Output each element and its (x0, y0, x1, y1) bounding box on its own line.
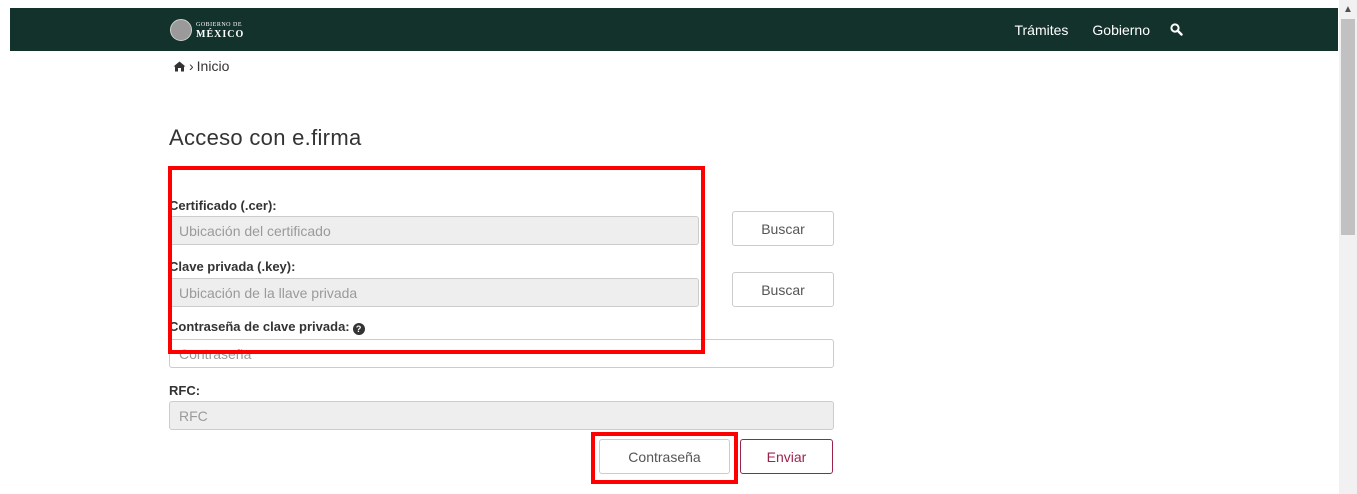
private-key-input[interactable] (169, 278, 699, 307)
coat-of-arms-icon (170, 19, 192, 41)
password-button[interactable]: Contraseña (599, 439, 730, 474)
help-icon[interactable]: ? (352, 323, 365, 335)
home-icon[interactable] (173, 61, 186, 72)
logo-big-text: MÉXICO (196, 29, 245, 40)
browse-private-key-button[interactable]: Buscar (732, 272, 834, 307)
top-navbar: GOBIERNO DE MÉXICO Trámites Gobierno (10, 8, 1338, 51)
nav-gobierno[interactable]: Gobierno (1092, 22, 1150, 38)
scroll-thumb[interactable] (1341, 19, 1355, 235)
breadcrumb: › Inicio (173, 58, 229, 74)
breadcrumb-current[interactable]: Inicio (197, 58, 230, 74)
certificate-label: Certificado (.cer): (169, 198, 277, 213)
scroll-up-arrow-icon[interactable]: ▲ (1339, 0, 1357, 18)
password-label: Contraseña de clave privada: (169, 319, 350, 334)
breadcrumb-separator: › (189, 58, 194, 74)
vertical-scrollbar[interactable]: ▲ (1339, 0, 1357, 494)
submit-button[interactable]: Enviar (740, 439, 833, 474)
main-nav: Trámites Gobierno (990, 8, 1183, 51)
logo-text: GOBIERNO DE MÉXICO (196, 21, 245, 40)
page-title: Acceso con e.firma (169, 125, 362, 150)
gobierno-mexico-logo[interactable]: GOBIERNO DE MÉXICO (170, 18, 244, 42)
rfc-input[interactable] (169, 401, 834, 430)
private-key-label: Clave privada (.key): (169, 259, 296, 274)
nav-tramites[interactable]: Trámites (1014, 22, 1068, 38)
rfc-label: RFC: (169, 383, 201, 398)
password-input[interactable] (169, 339, 834, 368)
password-label-row: Contraseña de clave privada:? (169, 319, 365, 335)
certificate-input[interactable] (169, 216, 699, 245)
browse-certificate-button[interactable]: Buscar (732, 211, 834, 246)
search-icon[interactable] (1170, 23, 1183, 36)
